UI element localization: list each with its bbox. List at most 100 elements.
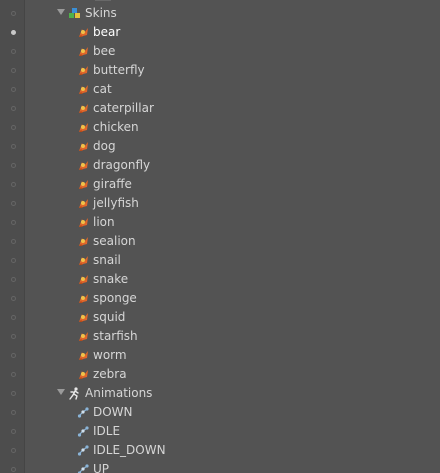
tree-item-skin[interactable]: worm [0,346,440,365]
animations-folder-icon [69,387,79,400]
tree-item-label: jellyfish [93,196,139,210]
visibility-dot[interactable] [11,30,16,35]
tree-item-animation[interactable]: IDLE_DOWN [0,441,440,460]
visibility-dot[interactable] [11,372,16,377]
tree-item-label: worm [93,348,127,362]
tree-item-skin[interactable]: bear [0,23,440,42]
skins-folder-icon [69,8,80,18]
tree-item-label: giraffe [93,177,132,191]
skin-icon [79,123,88,132]
visibility-dot[interactable] [11,391,16,396]
visibility-dot[interactable] [11,410,16,415]
tree-item-label: snake [93,272,129,286]
visibility-dot[interactable] [11,106,16,111]
skin-icon [79,199,88,208]
visibility-dot[interactable] [11,448,16,453]
tree-item-skin[interactable]: giraffe [0,175,440,194]
visibility-dot[interactable] [11,68,16,73]
tree-item-skin[interactable]: zebra [0,365,440,384]
visibility-dot[interactable] [11,87,16,92]
skin-icon [79,275,88,284]
visibility-dot[interactable] [11,315,16,320]
tree-item-label: IDLE_DOWN [93,443,166,457]
skin-icon [79,237,88,246]
tree-item-skin[interactable]: butterfly [0,61,440,80]
skin-icon [79,370,88,379]
tree-item-animation[interactable]: IDLE [0,422,440,441]
tree-item-label: chicken [93,120,139,134]
tree-folder-animations[interactable]: Animations [0,384,440,403]
tree-item-animation[interactable]: UP [0,460,440,473]
tree-item-skin[interactable]: chicken [0,118,440,137]
tree-item-label: lion [93,215,115,229]
tree-item-skin[interactable]: bee [0,42,440,61]
visibility-dot[interactable] [11,258,16,263]
tree-item-label: butterfly [93,63,145,77]
animation-icon [77,407,89,418]
skin-icon [79,256,88,265]
visibility-dot[interactable] [11,125,16,130]
skin-icon [79,332,88,341]
visibility-dot[interactable] [11,11,16,16]
tree-panel: Skins bear bee butterfly cat caterpillar chick… [0,0,440,473]
tree-item-label: dragonfly [93,158,151,172]
skin-icon [79,28,88,37]
tree-item-label: dog [93,139,116,153]
tree-item-skin[interactable]: cat [0,80,440,99]
tree-item-label: Skins [85,6,117,20]
tree-item-label: cat [93,82,112,96]
animation-icon [77,426,89,437]
tree-item-skin[interactable]: dragonfly [0,156,440,175]
skin-icon [79,313,88,322]
visibility-dot[interactable] [11,220,16,225]
skin-icon [79,218,88,227]
visibility-dot[interactable] [11,334,16,339]
tree-item-label: bear [93,25,121,39]
tree-item-skin[interactable]: starfish [0,327,440,346]
tree-item-label: squid [93,310,126,324]
tree-item-label: sponge [93,291,137,305]
tree-item-label: sealion [93,234,136,248]
visibility-dot[interactable] [11,144,16,149]
tree-item-label: zebra [93,367,127,381]
expand-caret-icon[interactable] [57,389,65,395]
skin-icon [79,294,88,303]
tree-item-label: snail [93,253,121,267]
tree-item-skin[interactable]: snail [0,251,440,270]
tree-folder-skins[interactable]: Skins [0,4,440,23]
visibility-dot[interactable] [11,296,16,301]
tree-item-skin[interactable]: jellyfish [0,194,440,213]
animation-icon [77,445,89,456]
tree-item-skin[interactable]: sealion [0,232,440,251]
tree-item-label: IDLE [93,424,121,438]
skin-icon [79,142,88,151]
visibility-dot[interactable] [11,277,16,282]
expand-caret-icon[interactable] [57,9,65,15]
tree-item-skin[interactable]: caterpillar [0,99,440,118]
tree-item-skin[interactable]: dog [0,137,440,156]
skin-icon [79,66,88,75]
skin-icon [79,104,88,113]
skin-icon [79,180,88,189]
skin-icon [79,85,88,94]
visibility-dot[interactable] [11,429,16,434]
visibility-dot[interactable] [11,467,16,472]
tree-item-animation[interactable]: DOWN [0,403,440,422]
visibility-dot[interactable] [11,49,16,54]
visibility-dot[interactable] [11,353,16,358]
visibility-dot[interactable] [11,239,16,244]
visibility-dot[interactable] [11,201,16,206]
tree-item-label: starfish [93,329,138,343]
tree-item-label: Animations [85,386,153,400]
tree-item-label: bee [93,44,116,58]
visibility-dot[interactable] [11,163,16,168]
visibility-dot[interactable] [11,182,16,187]
tree-item-label: caterpillar [93,101,154,115]
tree-item-skin[interactable]: sponge [0,289,440,308]
skin-icon [79,47,88,56]
tree-item-skin[interactable]: squid [0,308,440,327]
clipped-row-above [95,0,111,1]
tree-item-label: UP [93,462,110,473]
tree-item-skin[interactable]: lion [0,213,440,232]
tree-item-skin[interactable]: snake [0,270,440,289]
